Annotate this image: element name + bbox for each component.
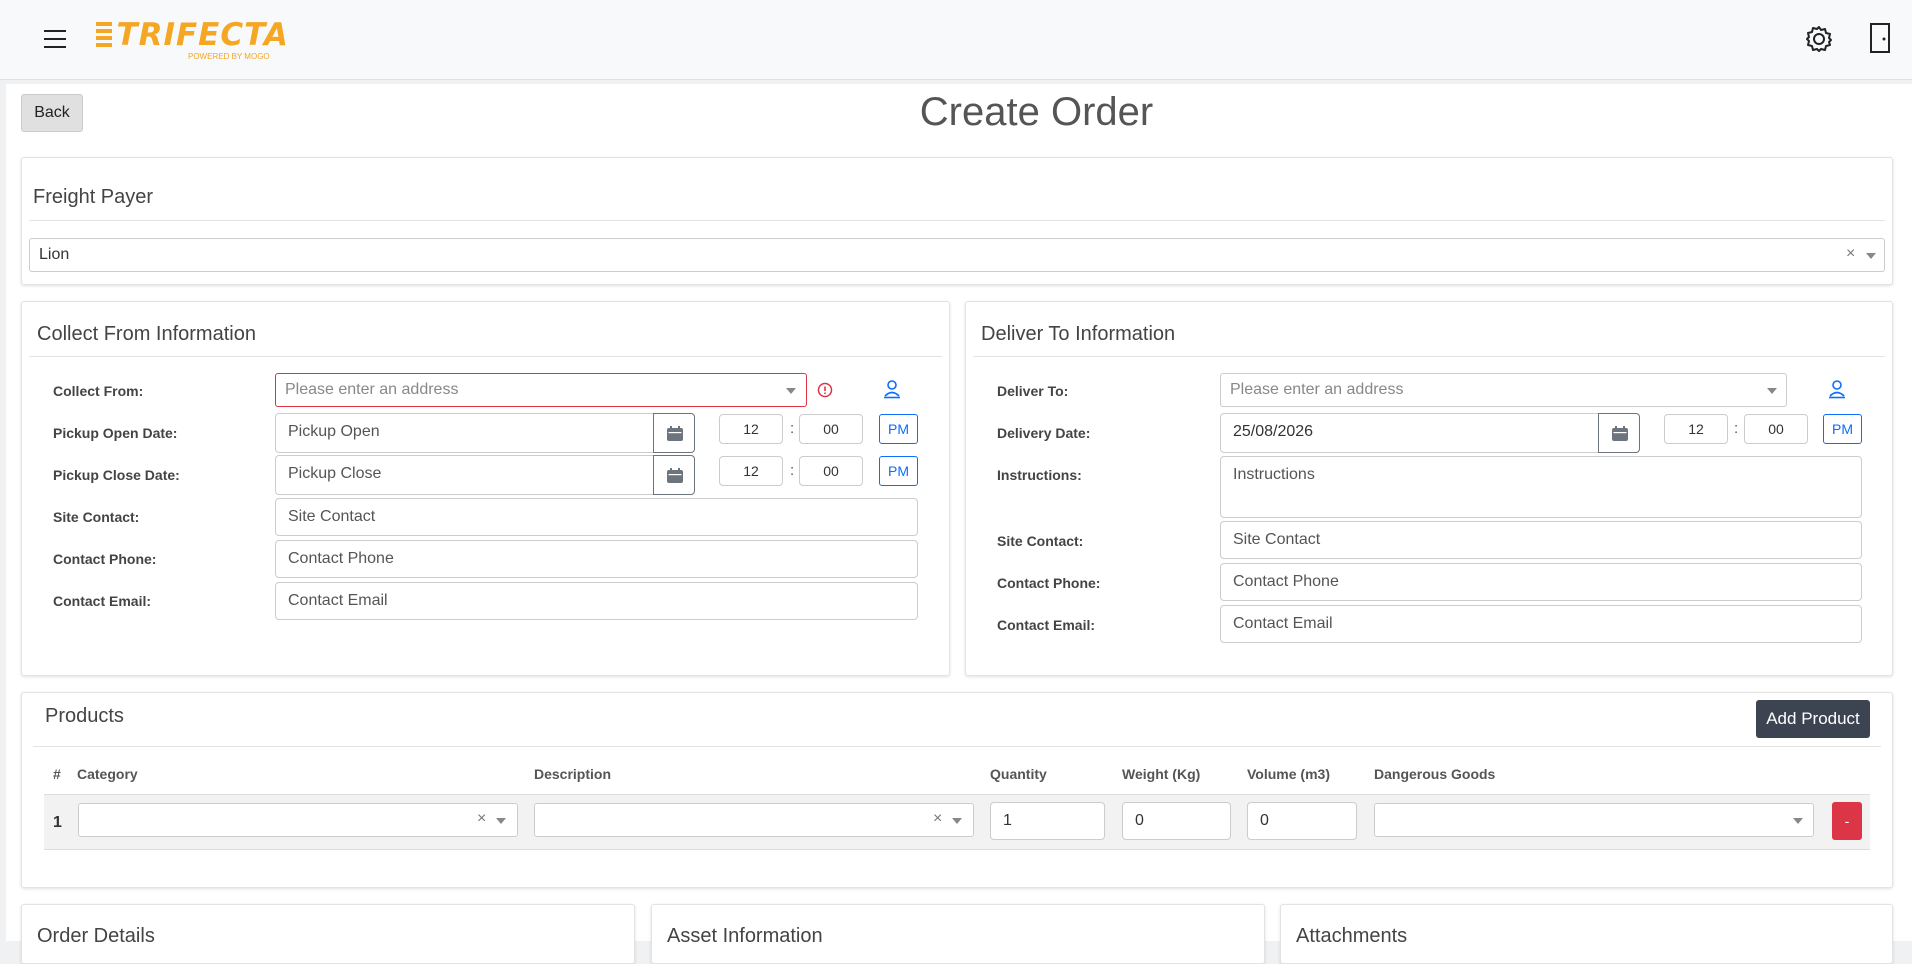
- pickup-close-input[interactable]: Pickup Close: [275, 455, 655, 495]
- delivery-date-input[interactable]: 25/08/2026: [1220, 413, 1600, 453]
- logo-subtext: POWERED BY MOGO: [188, 52, 270, 61]
- column-header-description: Description: [534, 766, 612, 782]
- add-product-button[interactable]: Add Product: [1756, 700, 1870, 738]
- deliver-to-placeholder: Please enter an address: [1230, 381, 1404, 398]
- clear-icon[interactable]: ×: [933, 810, 942, 828]
- contact-phone-label: Contact Phone:: [53, 551, 157, 567]
- pickup-open-label: Pickup Open Date:: [53, 425, 178, 441]
- pickup-close-ampm-button[interactable]: PM: [879, 456, 918, 486]
- deliver-site-contact-input[interactable]: Site Contact: [1220, 521, 1862, 559]
- divider: [33, 746, 1881, 747]
- chevron-down-icon: [1767, 388, 1777, 394]
- asset-information-title: Asset Information: [667, 925, 823, 947]
- pickup-close-hour[interactable]: 12: [719, 456, 783, 486]
- weight-input[interactable]: 0: [1122, 802, 1231, 840]
- contact-email-label: Contact Email:: [53, 593, 152, 609]
- chevron-down-icon: [786, 388, 796, 394]
- collect-contact-email-input[interactable]: Contact Email: [275, 582, 918, 620]
- collect-from-label: Collect From:: [53, 383, 144, 399]
- pickup-close-label: Pickup Close Date:: [53, 467, 180, 483]
- divider: [29, 356, 942, 357]
- remove-product-button[interactable]: -: [1832, 802, 1862, 840]
- delivery-hour[interactable]: 12: [1664, 414, 1728, 444]
- volume-input[interactable]: 0: [1247, 802, 1357, 840]
- order-details-title: Order Details: [37, 925, 155, 947]
- contact-phone-label: Contact Phone:: [997, 575, 1101, 591]
- time-separator: :: [1734, 420, 1739, 437]
- person-pin-icon[interactable]: [883, 379, 901, 399]
- gear-icon[interactable]: [1804, 24, 1834, 54]
- delivery-date-label: Delivery Date:: [997, 425, 1091, 441]
- pickup-close-minute[interactable]: 00: [799, 456, 863, 486]
- person-pin-icon[interactable]: [1828, 379, 1846, 399]
- site-contact-label: Site Contact:: [997, 533, 1084, 549]
- quantity-input[interactable]: 1: [990, 802, 1105, 840]
- deliver-to-title: Deliver To Information: [981, 323, 1176, 345]
- delivery-minute[interactable]: 00: [1744, 414, 1808, 444]
- products-title: Products: [45, 705, 124, 727]
- logout-door-icon[interactable]: [1867, 22, 1893, 54]
- products-card: [21, 692, 1893, 888]
- hamburger-menu-icon[interactable]: [44, 30, 66, 48]
- contact-email-label: Contact Email:: [997, 617, 1096, 633]
- chevron-down-icon: [496, 818, 506, 824]
- calendar-icon: [667, 468, 683, 483]
- error-icon: [817, 382, 833, 398]
- column-header-volume: Volume (m3): [1247, 766, 1330, 782]
- page-title: Create Order: [919, 90, 1154, 134]
- collect-contact-phone-input[interactable]: Contact Phone: [275, 540, 918, 578]
- column-header-category: Category: [77, 766, 138, 782]
- pickup-open-hour[interactable]: 12: [719, 414, 783, 444]
- pickup-open-ampm-button[interactable]: PM: [879, 414, 918, 444]
- time-separator: :: [790, 420, 795, 437]
- clear-icon[interactable]: ×: [1846, 245, 1855, 263]
- deliver-contact-email-input[interactable]: Contact Email: [1220, 605, 1862, 643]
- deliver-to-address-select[interactable]: Please enter an address: [1220, 373, 1787, 407]
- attachments-title: Attachments: [1296, 925, 1408, 947]
- deliver-contact-phone-input[interactable]: Contact Phone: [1220, 563, 1862, 601]
- calendar-icon: [1612, 426, 1628, 441]
- chevron-down-icon: [1793, 818, 1803, 824]
- divider: [973, 356, 1885, 357]
- collect-from-address-select[interactable]: Please enter an address: [275, 373, 807, 407]
- collect-site-contact-input[interactable]: Site Contact: [275, 498, 918, 536]
- pickup-open-calendar-button[interactable]: [653, 413, 695, 453]
- delivery-date-calendar-button[interactable]: [1598, 413, 1640, 453]
- time-separator: :: [790, 462, 795, 479]
- collect-from-placeholder: Please enter an address: [285, 381, 459, 398]
- chevron-down-icon: [1866, 253, 1876, 259]
- column-header-weight: Weight (Kg): [1122, 766, 1201, 782]
- delivery-ampm-button[interactable]: PM: [1823, 414, 1862, 444]
- pickup-open-input[interactable]: Pickup Open: [275, 413, 655, 453]
- category-select[interactable]: ×: [78, 803, 518, 837]
- description-select[interactable]: ×: [534, 803, 974, 837]
- freight-payer-title: Freight Payer: [33, 186, 154, 208]
- instructions-textarea[interactable]: Instructions: [1220, 456, 1862, 518]
- column-header-dangerous-goods: Dangerous Goods: [1374, 766, 1496, 782]
- calendar-icon: [667, 426, 683, 441]
- site-contact-label: Site Contact:: [53, 509, 140, 525]
- deliver-to-label: Deliver To:: [997, 383, 1069, 399]
- freight-payer-select[interactable]: Lion ×: [29, 238, 1885, 272]
- pickup-open-minute[interactable]: 00: [799, 414, 863, 444]
- dangerous-goods-select[interactable]: [1374, 803, 1814, 837]
- instructions-label: Instructions:: [997, 467, 1082, 483]
- divider: [29, 220, 1885, 221]
- logo[interactable]: TRIFECTA POWERED BY MOGO: [96, 17, 289, 61]
- column-header-quantity: Quantity: [990, 766, 1047, 782]
- clear-icon[interactable]: ×: [477, 810, 486, 828]
- column-header-number: #: [53, 766, 61, 782]
- back-button[interactable]: Back: [21, 94, 83, 132]
- top-navbar: TRIFECTA POWERED BY MOGO: [0, 0, 1912, 80]
- collect-from-title: Collect From Information: [37, 323, 256, 345]
- logo-mark-icon: [96, 22, 112, 50]
- row-number: 1: [53, 814, 62, 831]
- logo-text: TRIFECTA: [116, 17, 289, 53]
- chevron-down-icon: [952, 818, 962, 824]
- pickup-close-calendar-button[interactable]: [653, 455, 695, 495]
- freight-payer-value: Lion: [39, 246, 70, 263]
